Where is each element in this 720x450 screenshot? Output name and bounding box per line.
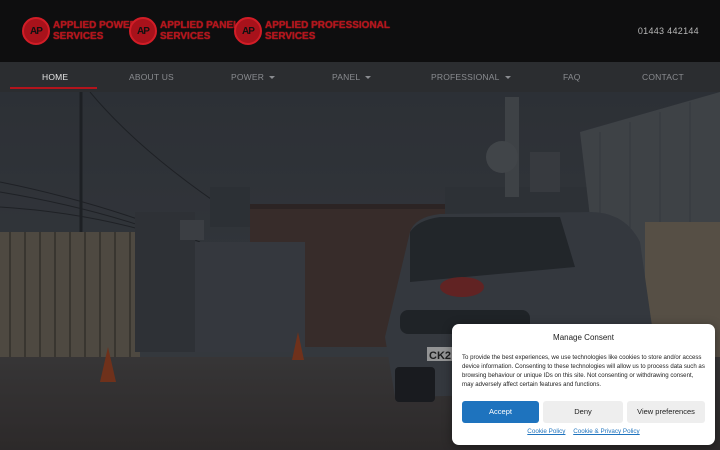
view-preferences-button[interactable]: View preferences <box>627 401 705 423</box>
consent-body-text: To provide the best experiences, we use … <box>462 354 705 388</box>
consent-title: Manage Consent <box>553 333 614 342</box>
chevron-down-icon <box>504 76 511 80</box>
logo-line-1: APPLIED POWER <box>53 20 137 31</box>
main-nav: HOME ABOUT US POWER PANEL PROFESSIONAL F… <box>0 62 720 92</box>
phone-number[interactable]: 01443 442144 <box>638 26 699 36</box>
deny-button[interactable]: Deny <box>543 401 623 423</box>
nav-professional[interactable]: PROFESSIONAL <box>431 62 511 92</box>
ap-logo-mark-icon: AP <box>234 17 262 45</box>
active-nav-underline <box>10 87 97 89</box>
nav-panel[interactable]: PANEL <box>332 62 372 92</box>
nav-faq[interactable]: FAQ <box>563 62 581 92</box>
accept-button[interactable]: Accept <box>462 401 539 423</box>
consent-links: Cookie Policy Cookie & Privacy Policy <box>452 428 715 435</box>
nav-about-us[interactable]: ABOUT US <box>129 62 174 92</box>
logo-line-1: APPLIED PROFESSIONAL <box>265 20 391 31</box>
nav-panel-label: PANEL <box>332 72 361 82</box>
nav-power-label: POWER <box>231 72 265 82</box>
logo-applied-panel-services[interactable]: AP APPLIED PANEL SERVICES <box>129 16 239 46</box>
nav-contact[interactable]: CONTACT <box>642 62 684 92</box>
site-header: AP APPLIED POWER SERVICES AP APPLIED PAN… <box>0 0 720 62</box>
logo-line-2: SERVICES <box>265 31 316 42</box>
cookie-policy-link[interactable]: Cookie Policy <box>527 428 565 435</box>
cookie-consent-dialog: Manage Consent To provide the best exper… <box>452 324 715 445</box>
privacy-policy-link[interactable]: Cookie & Privacy Policy <box>573 428 640 435</box>
logo-line-2: SERVICES <box>53 31 104 42</box>
logo-applied-professional-services[interactable]: AP APPLIED PROFESSIONAL SERVICES <box>234 16 390 46</box>
nav-power[interactable]: POWER <box>231 62 276 92</box>
nav-professional-label: PROFESSIONAL <box>431 72 500 82</box>
logo-line-2: SERVICES <box>160 31 211 42</box>
logo-line-1: APPLIED PANEL <box>160 20 240 31</box>
chevron-down-icon <box>365 76 372 80</box>
logo-applied-power-services[interactable]: AP APPLIED POWER SERVICES <box>22 16 137 46</box>
ap-logo-mark-icon: AP <box>22 17 50 45</box>
chevron-down-icon <box>269 76 276 80</box>
ap-logo-mark-icon: AP <box>129 17 157 45</box>
